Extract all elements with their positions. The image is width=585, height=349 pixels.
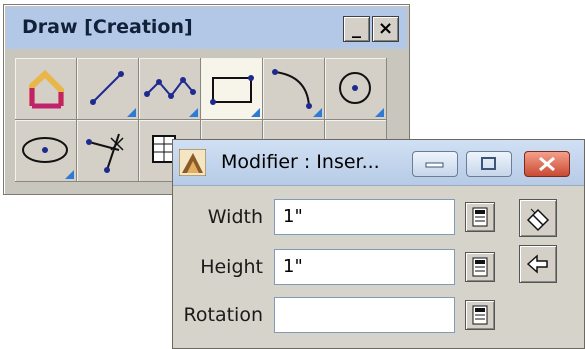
- back-arrow-icon: [526, 254, 548, 274]
- tool-ellipse[interactable]: [15, 120, 77, 182]
- tool-cut-corner[interactable]: [15, 58, 77, 120]
- rotation-calculator-button[interactable]: [465, 300, 495, 330]
- flyout-indicator-icon: [127, 108, 136, 117]
- dialog-restore-button[interactable]: [466, 151, 512, 177]
- width-calculator-button[interactable]: [465, 202, 495, 232]
- restore-icon: [481, 157, 496, 170]
- tool-arc[interactable]: [263, 58, 325, 120]
- palette-close-button[interactable]: ×: [372, 16, 399, 42]
- height-label: Height: [200, 256, 263, 278]
- flyout-indicator-icon: [65, 170, 74, 179]
- minimize-icon: [425, 162, 444, 168]
- palette-title-bar[interactable]: Draw [Creation] _ ×: [6, 7, 407, 49]
- app-icon: [179, 149, 206, 176]
- back-button[interactable]: [519, 245, 557, 283]
- tool-intersection-point[interactable]: [77, 120, 139, 182]
- palette-minimize-button[interactable]: _: [343, 16, 370, 42]
- modifier-dialog: Modifier : Inser... Width 1" Height 1" R…: [172, 139, 585, 349]
- calculator-icon: [472, 257, 488, 277]
- tool-circle[interactable]: [325, 58, 387, 120]
- height-calculator-button[interactable]: [465, 252, 495, 282]
- flyout-indicator-icon: [189, 108, 198, 117]
- dialog-title: Modifier : Inser...: [221, 151, 380, 173]
- cut-corner-icon: [29, 69, 64, 109]
- height-field[interactable]: 1": [274, 249, 455, 285]
- tool-line[interactable]: [77, 58, 139, 120]
- flyout-indicator-icon: [313, 108, 322, 117]
- minimize-icon: _: [352, 18, 361, 39]
- rotation-label: Rotation: [183, 304, 263, 326]
- calculator-icon: [472, 207, 488, 227]
- dialog-minimize-button[interactable]: [412, 151, 458, 177]
- rotation-field[interactable]: [274, 297, 455, 333]
- flyout-indicator-icon: [251, 108, 260, 117]
- width-label: Width: [207, 206, 263, 228]
- palette-title: Draw [Creation]: [22, 16, 193, 38]
- width-field[interactable]: 1": [274, 199, 455, 235]
- calculator-icon: [472, 305, 488, 325]
- clear-button[interactable]: [519, 199, 557, 237]
- eraser-icon: [526, 208, 550, 232]
- close-icon: ×: [377, 18, 394, 39]
- tool-rectangle[interactable]: [201, 58, 263, 120]
- dialog-close-button[interactable]: [524, 151, 570, 177]
- dialog-title-bar[interactable]: Modifier : Inser...: [173, 140, 584, 186]
- tool-polyline[interactable]: [139, 58, 201, 120]
- close-icon: [539, 156, 555, 172]
- intersection-point-icon: [86, 133, 124, 173]
- flyout-indicator-icon: [375, 108, 384, 117]
